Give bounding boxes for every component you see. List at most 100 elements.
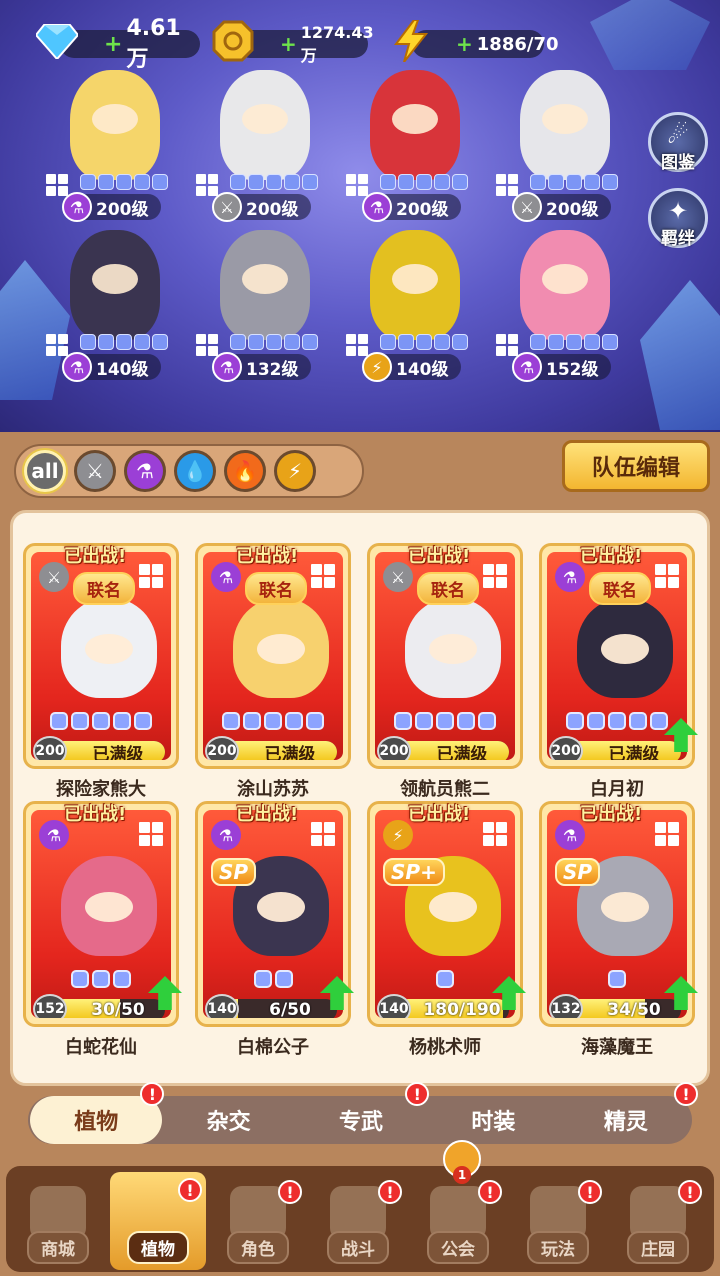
nav-item[interactable]: 玩法! <box>510 1174 606 1270</box>
team-hero[interactable]: 200级 ⚔ <box>490 70 630 230</box>
gems-counter[interactable]: +4.61万 <box>60 16 200 72</box>
plant-card[interactable]: ⚗ 152 30/50 已出战! <box>23 801 182 1027</box>
category-tab[interactable]: 精灵! <box>560 1082 699 1144</box>
magic-element-icon: ⚗ <box>512 352 542 382</box>
nav-label: 公会 <box>427 1231 489 1264</box>
category-tab[interactable]: 植物! <box>30 1082 165 1144</box>
potion-icon: ⚗ <box>136 459 154 483</box>
category-tab[interactable]: 杂交 <box>162 1096 294 1144</box>
nav-item[interactable]: 角色! <box>210 1174 306 1270</box>
bottom-navigation: 商城 植物! 角色! 战斗! 公会! 玩法! 庄园! 1 <box>0 1140 720 1276</box>
team-hero[interactable]: 140级 ⚗ <box>40 230 180 390</box>
level-progress-text: 34/50 <box>607 1000 661 1018</box>
bond-button[interactable]: ✦ 羁绊 <box>648 188 708 249</box>
alert-icon: ! <box>405 1082 430 1106</box>
nav-label: 庄园 <box>627 1231 689 1264</box>
filter-lightning[interactable]: ⚡ <box>274 450 316 492</box>
plant-card[interactable]: ⚗ 联名 200 已满级 已出战! <box>195 543 351 769</box>
deployed-label: 已出战! <box>408 546 471 567</box>
deployed-label: 已出战! <box>64 804 127 825</box>
plant-portrait <box>233 598 329 698</box>
physical-element-icon: ⚔ <box>212 192 242 222</box>
team-edit-button[interactable]: 队伍编辑 <box>562 440 710 492</box>
team-hero[interactable]: 140级 ⚡ <box>340 230 480 390</box>
level-progress-text: 已满级 <box>608 744 660 761</box>
level-progress-text: 已满级 <box>92 744 144 761</box>
diamond-icon <box>34 18 80 64</box>
coin-icon <box>210 18 256 64</box>
plus-icon[interactable]: + <box>104 32 122 57</box>
plant-card[interactable]: ⚔ 联名 200 已满级 已出战! <box>23 543 179 769</box>
plant-card[interactable]: ⚡ SP+ 140 180/190 已出战! <box>367 801 526 1027</box>
plant-card[interactable]: ⚗ SP 140 6/50 已出战! <box>195 801 354 1027</box>
category-tab-label: 时装 <box>471 1110 516 1135</box>
plus-icon[interactable]: + <box>456 32 473 56</box>
hero-figure <box>70 70 160 180</box>
category-tab-label: 专武 <box>339 1110 384 1135</box>
grid-icon <box>196 174 218 196</box>
plant-portrait <box>405 598 501 698</box>
nav-item[interactable]: 公会! <box>410 1174 506 1270</box>
grid-icon <box>346 334 368 356</box>
grid-icon <box>46 334 68 356</box>
filter-all-label: all <box>31 459 59 483</box>
grid-icon <box>139 564 163 588</box>
card-level-badge: 200 <box>377 736 411 760</box>
alert-icon: ! <box>678 1180 702 1204</box>
team-hero[interactable]: 200级 ⚗ <box>340 70 480 230</box>
card-stars <box>547 970 687 988</box>
card-level-badge: 140 <box>377 994 411 1018</box>
guild-notification[interactable]: 1 <box>443 1140 481 1184</box>
hero-figure <box>220 230 310 340</box>
hero-stars <box>530 174 618 190</box>
star-icon: ✦ <box>667 197 689 225</box>
plant-panel: all ⚔ ⚗ 💧 🔥 ⚡ 队伍编辑 ⚔ 联名 200 已满级 已出战! 探险家… <box>0 432 720 1162</box>
lightning-icon <box>388 18 434 64</box>
nav-item[interactable]: 商城 <box>10 1174 106 1270</box>
deployed-label: 已出战! <box>580 546 643 567</box>
team-hero[interactable]: 132级 ⚗ <box>190 230 330 390</box>
hero-figure <box>220 70 310 180</box>
level-progress-text: 30/50 <box>91 1000 145 1018</box>
alert-icon: ! <box>178 1178 202 1202</box>
level-progress-text: 6/50 <box>269 1000 311 1018</box>
grid-icon <box>346 174 368 196</box>
team-hero[interactable]: 152级 ⚗ <box>490 230 630 390</box>
nav-item[interactable]: 庄园! <box>610 1174 706 1270</box>
level-progress-text: 已满级 <box>264 744 316 761</box>
physical-element-icon: ⚔ <box>512 192 542 222</box>
grid-icon <box>46 174 68 196</box>
category-tab[interactable]: 时装 <box>427 1096 559 1144</box>
plant-name: 白蛇花仙 <box>65 1037 137 1058</box>
plant-name: 领航员熊二 <box>400 779 490 800</box>
plant-card-art: ⚔ 联名 200 已满级 <box>31 552 171 760</box>
nav-label: 商城 <box>27 1231 89 1264</box>
category-tab[interactable]: 专武! <box>295 1082 430 1144</box>
plant-card[interactable]: ⚗ SP 132 34/50 已出战! <box>539 801 698 1027</box>
hero-stars <box>530 334 618 350</box>
nav-item[interactable]: 战斗! <box>310 1174 406 1270</box>
deployed-label: 已出战! <box>64 546 127 567</box>
plus-icon[interactable]: + <box>280 32 297 56</box>
nav-item[interactable]: 植物! <box>110 1172 206 1270</box>
filter-physical[interactable]: ⚔ <box>74 450 116 492</box>
filter-magic[interactable]: ⚗ <box>124 450 166 492</box>
category-tabs: 植物! 杂交 专武! 时装 精灵! <box>28 1082 699 1144</box>
filter-water[interactable]: 💧 <box>174 450 216 492</box>
plant-card[interactable]: ⚗ 联名 200 已满级 已出战! <box>539 543 698 769</box>
deployed-label: 已出战! <box>236 804 299 825</box>
team-hero[interactable]: 200级 ⚗ <box>40 70 180 230</box>
hero-stars <box>230 334 318 350</box>
magic-element-icon: ⚗ <box>62 192 92 222</box>
water-drop-icon: 💧 <box>182 459 208 483</box>
card-stars <box>203 712 343 730</box>
filter-all[interactable]: all <box>24 450 66 492</box>
plant-name: 白棉公子 <box>237 1037 309 1058</box>
plant-name: 海藻魔王 <box>581 1037 653 1058</box>
codex-button[interactable]: ☄ 图鉴 <box>648 112 708 173</box>
guild-badge-count: 1 <box>453 1166 471 1184</box>
filter-fire[interactable]: 🔥 <box>224 450 266 492</box>
team-hero[interactable]: 200级 ⚔ <box>190 70 330 230</box>
sp-badge: SP <box>555 858 601 886</box>
plant-card[interactable]: ⚔ 联名 200 已满级 已出战! <box>367 543 523 769</box>
